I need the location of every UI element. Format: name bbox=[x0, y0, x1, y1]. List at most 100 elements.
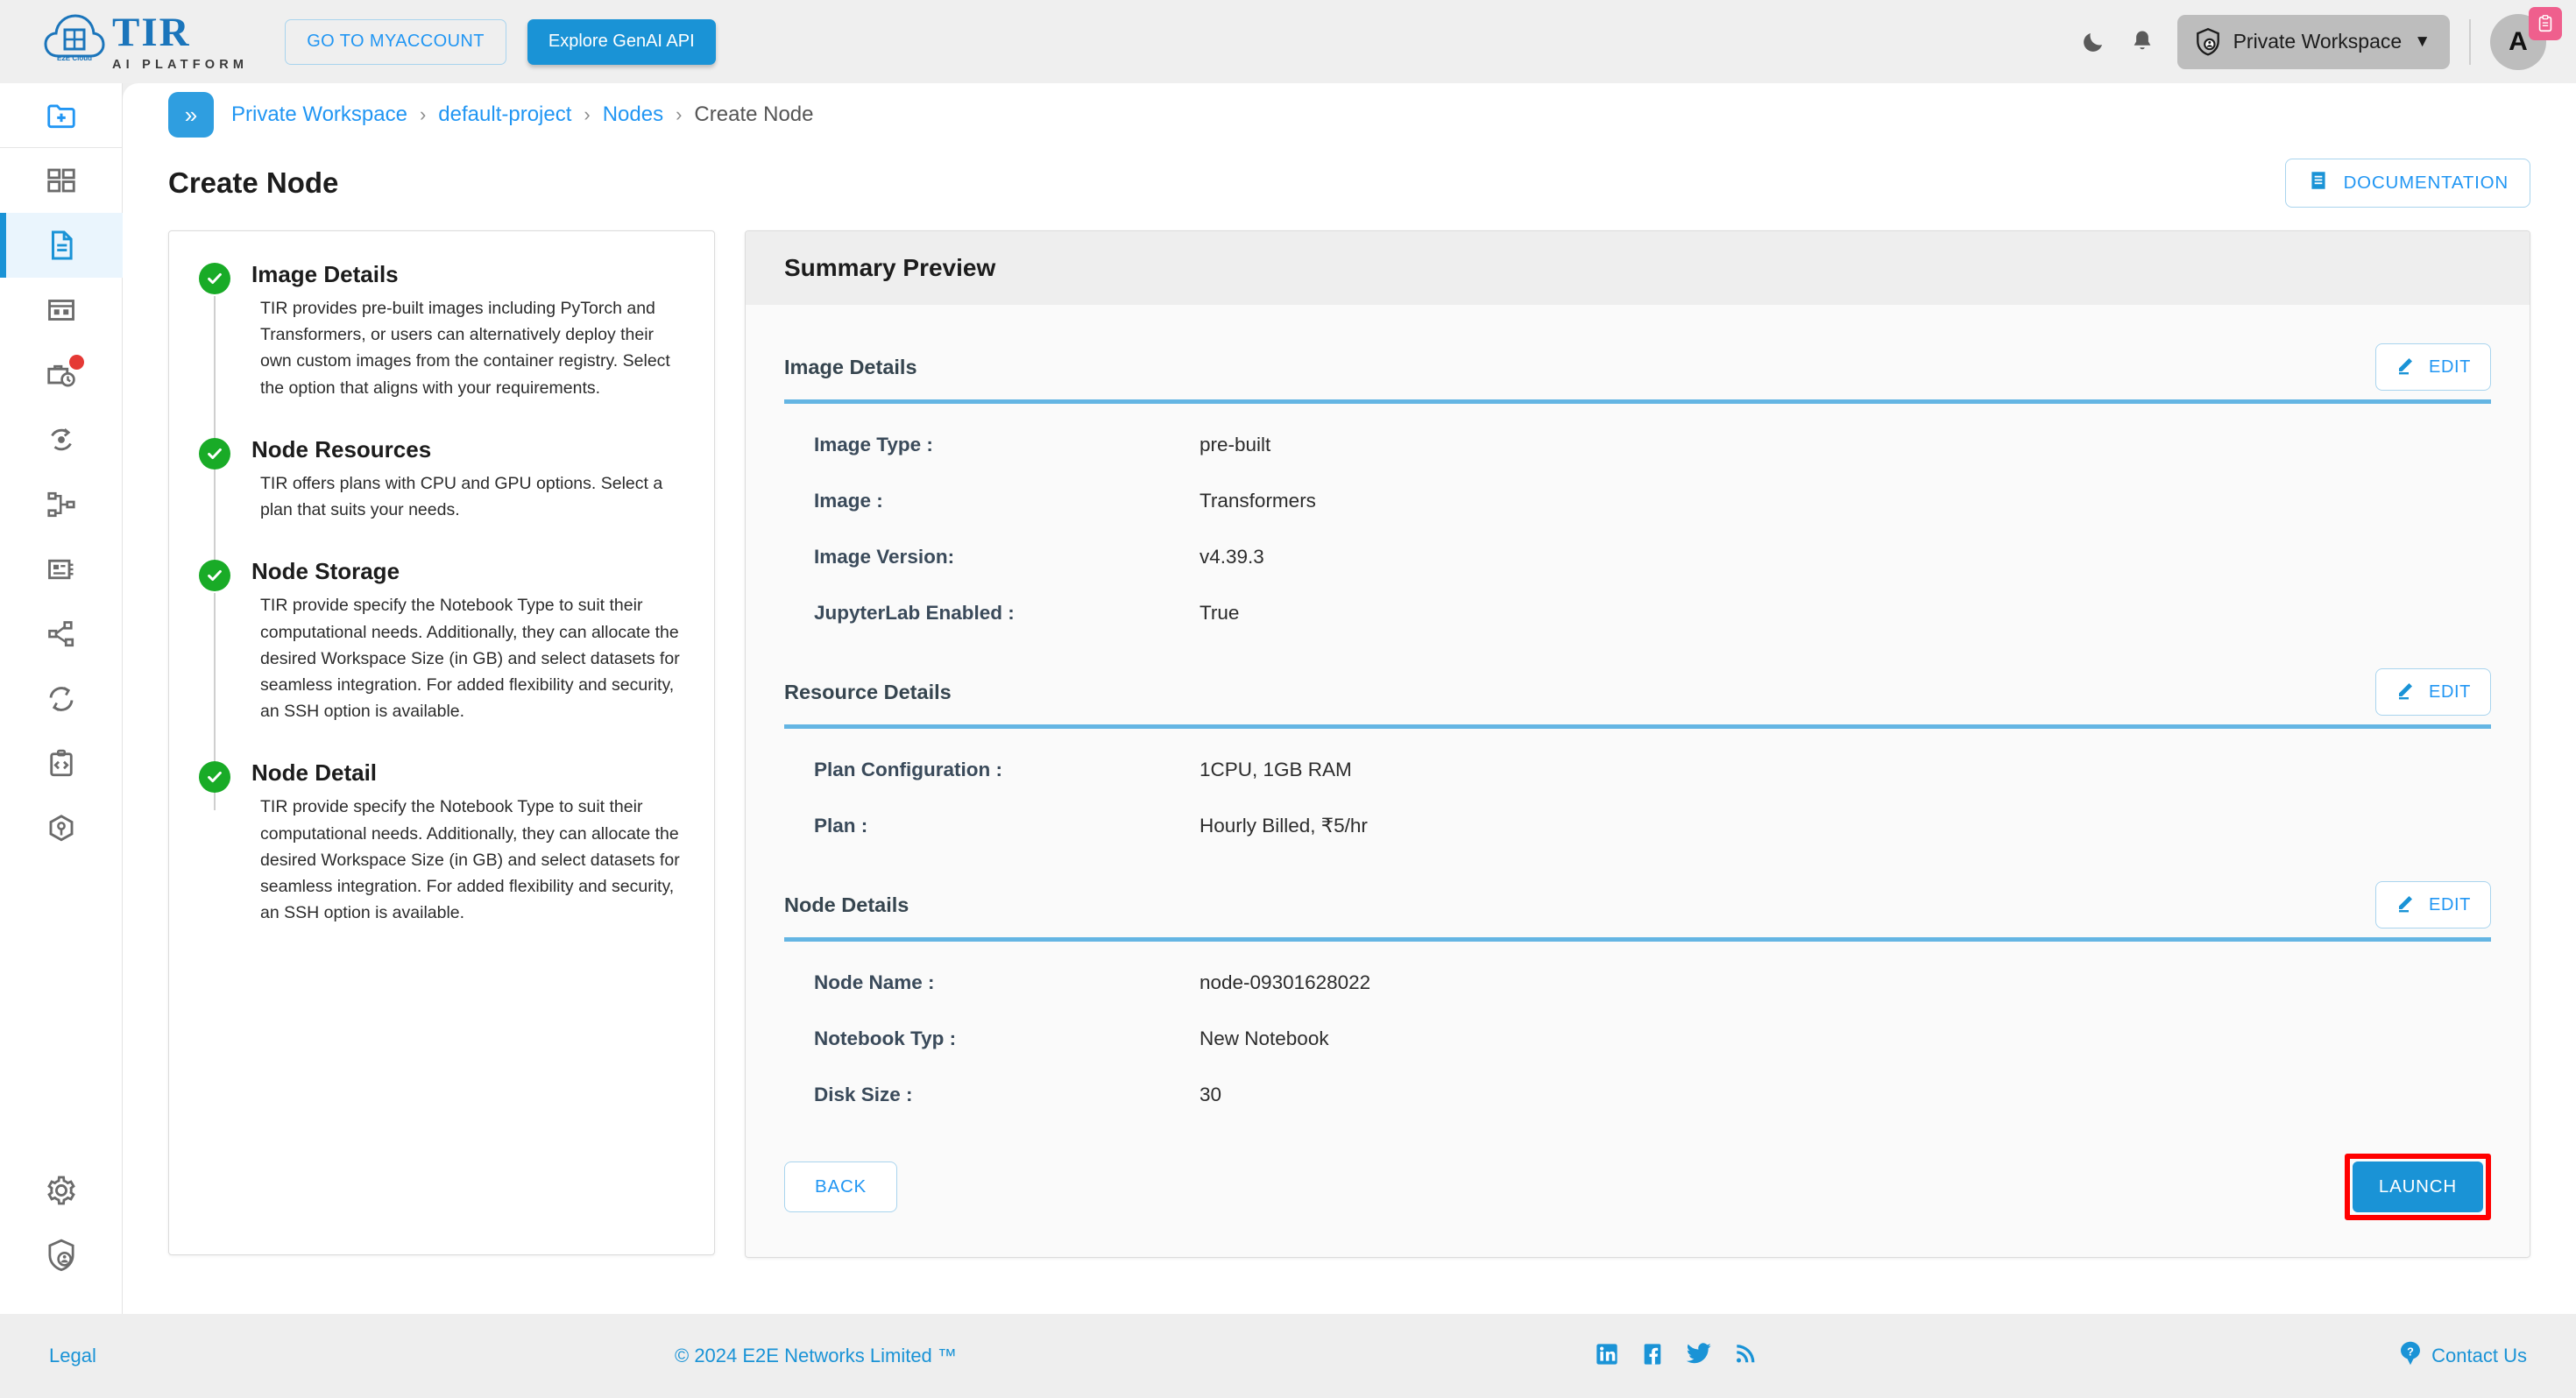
clipboard-badge-icon[interactable] bbox=[2529, 6, 2562, 40]
summary-body: Image Details EDIT Image Type: pre-buil… bbox=[746, 305, 2530, 1131]
breadcrumb-item-current: Create Node bbox=[694, 102, 814, 126]
question-circle-icon: ? bbox=[2398, 1340, 2423, 1372]
sidebar-item-sync[interactable] bbox=[0, 667, 123, 731]
breadcrumb-item-project[interactable]: default-project bbox=[438, 102, 571, 127]
explore-genai-api-button[interactable]: Explore GenAI API bbox=[527, 18, 716, 65]
detail-row: Image Version: v4.39.3 bbox=[814, 546, 2491, 568]
breadcrumb-item-workspace[interactable]: Private Workspace bbox=[231, 102, 407, 127]
documentation-button[interactable]: DOCUMENTATION bbox=[2284, 159, 2530, 208]
page-header: Create Node DOCUMENTATION bbox=[123, 146, 2576, 208]
contact-us-link[interactable]: ? Contact Us bbox=[2398, 1340, 2527, 1372]
sidebar-item-pipelines[interactable] bbox=[0, 407, 123, 472]
sidebar-item-api[interactable] bbox=[0, 731, 123, 796]
steps-card: Image Details TIR provides pre-built ima… bbox=[168, 230, 715, 1255]
sidebar-item-endpoints[interactable] bbox=[0, 602, 123, 667]
content-row: Image Details TIR provides pre-built ima… bbox=[123, 208, 2576, 1258]
notification-badge-dot bbox=[68, 355, 84, 370]
detail-row: Disk Size : 30 bbox=[814, 1084, 2491, 1106]
step-node-detail[interactable]: Node Detail TIR provide specify the Note… bbox=[199, 759, 684, 926]
twitter-icon[interactable] bbox=[1686, 1342, 1712, 1371]
workspace-label: Private Workspace bbox=[2233, 30, 2403, 53]
sidebar-item-registry[interactable] bbox=[0, 796, 123, 861]
brand-logo[interactable]: E2E Cloud TIR AI PLATFORM bbox=[44, 9, 249, 72]
header-divider bbox=[2469, 18, 2471, 65]
social-links bbox=[1595, 1342, 1756, 1371]
dark-mode-toggle[interactable] bbox=[2069, 18, 2118, 67]
avatar-group: A bbox=[2490, 6, 2562, 70]
breadcrumb-item-nodes[interactable]: Nodes bbox=[603, 102, 663, 127]
detail-row: Image : Transformers bbox=[814, 490, 2491, 512]
step-node-resources[interactable]: Node Resources TIR offers plans with CPU… bbox=[199, 435, 684, 580]
contact-us-label: Contact Us bbox=[2431, 1345, 2527, 1366]
edit-image-details-button[interactable]: EDIT bbox=[2375, 343, 2491, 391]
edit-node-details-button[interactable]: EDIT bbox=[2375, 881, 2491, 928]
detail-key: Notebook Typ : bbox=[814, 1027, 957, 1049]
summary-preview-card: Summary Preview Image Details EDIT Image… bbox=[745, 230, 2530, 1258]
facebook-icon[interactable] bbox=[1640, 1342, 1665, 1371]
summary-footer: BACK LAUNCH bbox=[746, 1131, 2530, 1257]
launch-highlight: LAUNCH bbox=[2344, 1154, 2491, 1220]
go-to-myaccount-button[interactable]: GO TO MYACCOUNT bbox=[285, 18, 506, 65]
edit-resource-details-button[interactable]: EDIT bbox=[2375, 668, 2491, 716]
document-icon bbox=[2307, 169, 2330, 197]
sidebar-item-workflows[interactable] bbox=[0, 472, 123, 537]
sidebar-item-jobs[interactable] bbox=[0, 342, 123, 407]
detail-key: Disk Size : bbox=[814, 1084, 913, 1105]
page-title: Create Node bbox=[168, 166, 339, 199]
page-footer: Legal © 2024 E2E Networks Limited ™ ? Co… bbox=[0, 1314, 2576, 1398]
check-circle-icon bbox=[199, 437, 230, 470]
step-description: TIR provide specify the Notebook Type to… bbox=[260, 797, 680, 923]
detail-value: True bbox=[1200, 602, 1240, 624]
sidebar-item-compute[interactable] bbox=[0, 537, 123, 602]
legal-link[interactable]: Legal bbox=[49, 1345, 96, 1367]
edit-label: EDIT bbox=[2429, 681, 2471, 702]
summary-section-node-details: Node Details EDIT Node Name: node-09301… bbox=[784, 862, 2491, 1131]
detail-key: Image Version: bbox=[814, 546, 955, 568]
notifications-button[interactable] bbox=[2118, 18, 2167, 67]
app-root: E2E Cloud TIR AI PLATFORM GO TO MYACCOUN… bbox=[0, 0, 2576, 1398]
main-panel: » Private Workspace › default-project › … bbox=[123, 83, 2576, 1314]
step-title: Node Resources bbox=[251, 435, 432, 462]
detail-row: Image Type : pre-built bbox=[814, 434, 2491, 456]
sidebar-item-access[interactable] bbox=[0, 1223, 123, 1288]
logo-subtitle: AI PLATFORM bbox=[112, 57, 249, 72]
documentation-label: DOCUMENTATION bbox=[2343, 173, 2509, 193]
sidebar-item-datasets[interactable] bbox=[0, 278, 123, 342]
detail-key: Image Type : bbox=[814, 434, 933, 455]
section-header: Node Details EDIT bbox=[784, 862, 2491, 928]
back-button[interactable]: BACK bbox=[784, 1161, 898, 1212]
detail-row: JupyterLab Enabled : True bbox=[814, 602, 2491, 625]
detail-value: 1CPU, 1GB RAM bbox=[1200, 759, 1352, 780]
workspace-selector[interactable]: Private Workspace ▼ bbox=[2176, 14, 2450, 69]
sidebar-item-new-project[interactable] bbox=[0, 83, 123, 148]
linkedin-icon[interactable] bbox=[1595, 1342, 1619, 1371]
step-description: TIR provides pre-built images including … bbox=[260, 299, 670, 398]
launch-button[interactable]: LAUNCH bbox=[2352, 1161, 2483, 1212]
check-circle-icon bbox=[199, 761, 230, 794]
logo-title: TIR bbox=[112, 9, 191, 55]
resource-details-list: Plan Configuration : 1CPU, 1GB RAM Plan … bbox=[784, 729, 2491, 862]
section-title: Node Details bbox=[784, 893, 909, 916]
step-node-storage[interactable]: Node Storage TIR provide specify the Not… bbox=[199, 558, 684, 811]
top-header: E2E Cloud TIR AI PLATFORM GO TO MYACCOUN… bbox=[0, 0, 2576, 83]
step-title: Image Details bbox=[251, 261, 399, 287]
chevron-double-right-icon[interactable]: » bbox=[168, 92, 214, 138]
step-image-details[interactable]: Image Details TIR provides pre-built ima… bbox=[199, 261, 684, 485]
header-right-cluster: Private Workspace ▼ A bbox=[2069, 6, 2562, 70]
svg-text:?: ? bbox=[2407, 1345, 2414, 1358]
sidebar-item-dashboard[interactable] bbox=[0, 148, 123, 213]
rss-icon[interactable] bbox=[1733, 1342, 1756, 1371]
summary-title: Summary Preview bbox=[746, 231, 2530, 305]
breadcrumb-separator: › bbox=[419, 103, 427, 125]
summary-section-image-details: Image Details EDIT Image Type: pre-buil… bbox=[784, 324, 2491, 649]
sidebar-item-settings[interactable] bbox=[0, 1158, 123, 1223]
body-row: » Private Workspace › default-project › … bbox=[0, 83, 2576, 1314]
detail-row: Notebook Typ : New Notebook bbox=[814, 1027, 2491, 1050]
pencil-icon bbox=[2396, 354, 2417, 380]
shield-user-icon bbox=[2196, 27, 2219, 56]
detail-row: Plan : Hourly Billed, ₹5/hr bbox=[814, 815, 2491, 837]
section-title: Image Details bbox=[784, 355, 917, 378]
detail-key: Plan Configuration : bbox=[814, 759, 1002, 780]
sidebar-item-nodes[interactable] bbox=[0, 213, 123, 278]
svg-text:E2E Cloud: E2E Cloud bbox=[57, 54, 92, 62]
